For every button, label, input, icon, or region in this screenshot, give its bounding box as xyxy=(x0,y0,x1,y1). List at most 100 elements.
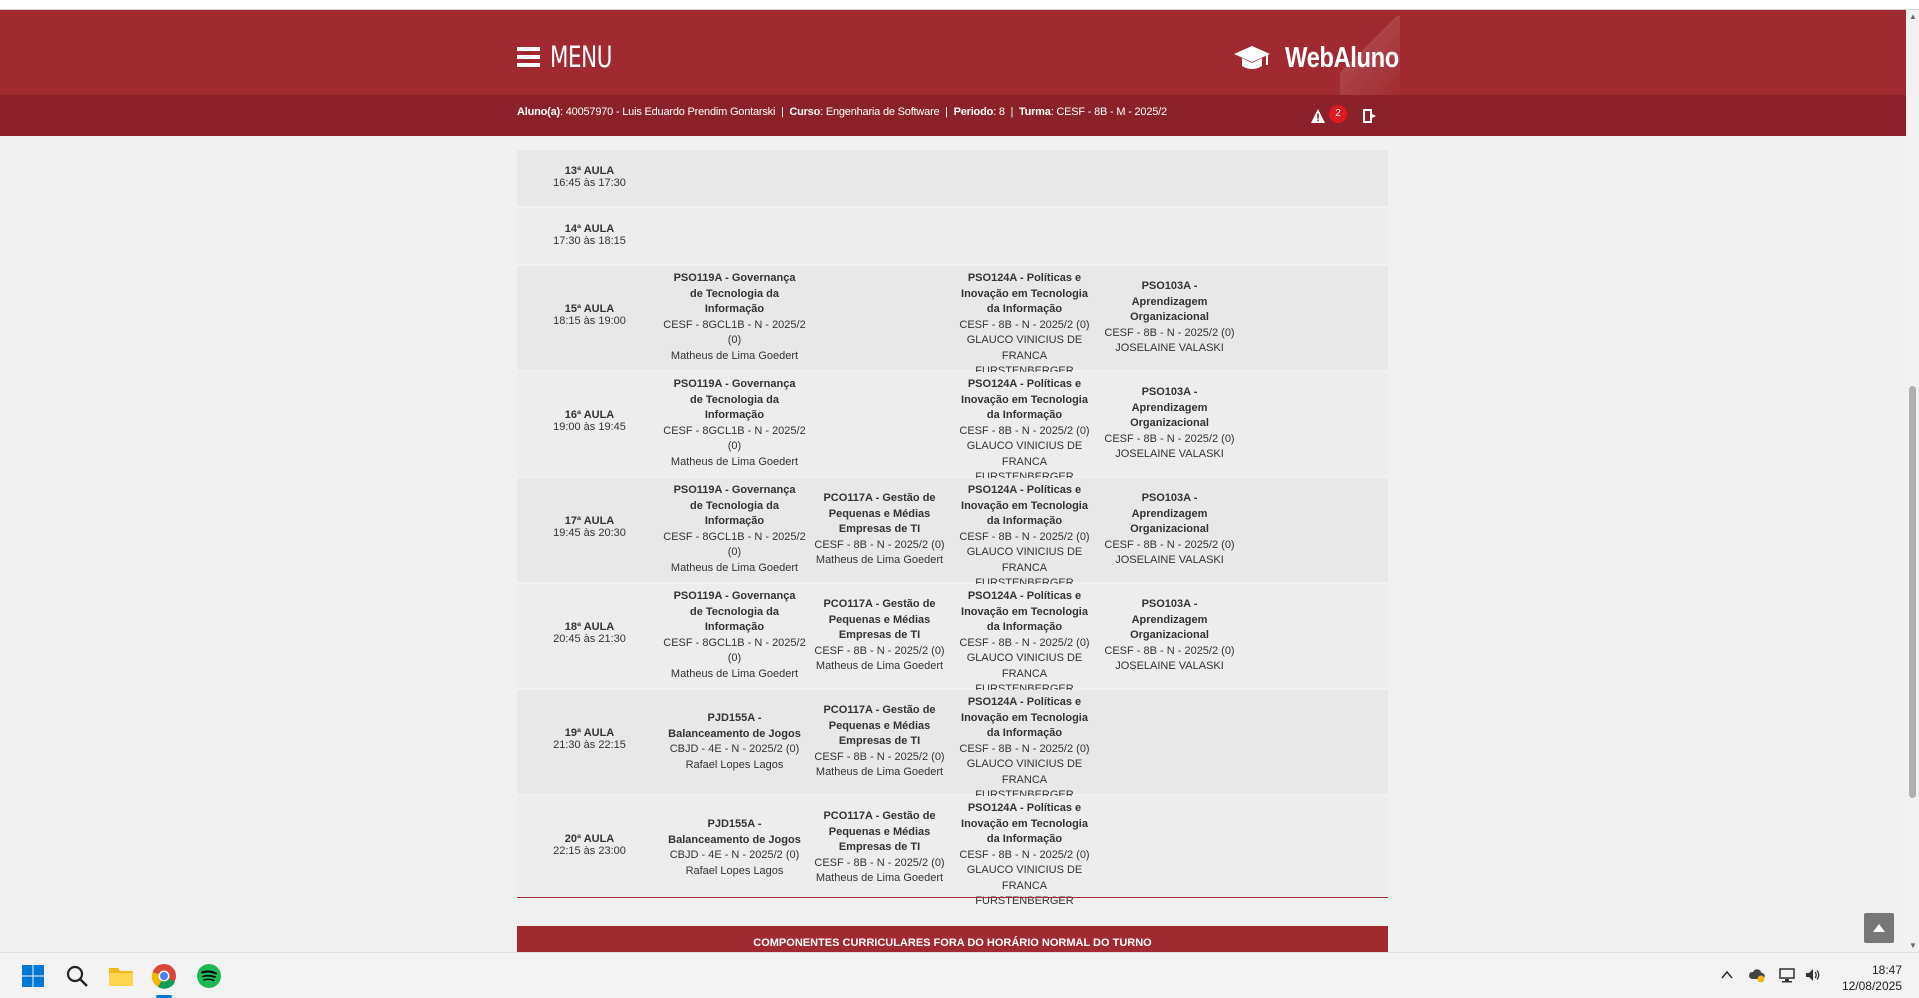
course-teacher: Matheus de Lima Goedert xyxy=(815,660,944,672)
course-cell[interactable]: PSO124A - Políticas e Inovação em Tecnol… xyxy=(952,377,1097,486)
chevron-up-icon[interactable] xyxy=(1718,966,1736,984)
scroll-up-arrow-icon[interactable]: ▲ xyxy=(1909,12,1917,21)
slot-number: 16ª AULA xyxy=(564,409,615,421)
course-class: CBJD - 4E - N - 2025/2 (0) xyxy=(669,849,800,861)
curso-label: Curso xyxy=(789,106,821,118)
course-title: Organizacional xyxy=(1130,417,1209,429)
course-cell[interactable]: PSO124A - Políticas e Inovação em Tecnol… xyxy=(952,801,1097,910)
volume-icon[interactable] xyxy=(1804,966,1822,984)
slot-label: 19ª AULA 21:30 às 22:15 xyxy=(517,727,662,751)
course-title: da Informação xyxy=(986,303,1063,315)
course-teacher: GLAUCO VINICIUS DE xyxy=(966,758,1083,770)
course-title: de Tecnologia da xyxy=(689,287,780,300)
course-title: Pequenas e Médias xyxy=(828,507,931,520)
course-teacher: Matheus de Lima Goedert xyxy=(670,455,799,468)
curso-value: : Engenharia de Software xyxy=(820,106,940,118)
course-title: PSO103A - xyxy=(1141,386,1198,398)
course-cell[interactable]: PSO103A - Aprendizagem Organizacional CE… xyxy=(1097,491,1242,569)
network-icon[interactable] xyxy=(1778,966,1796,984)
course-class: CESF - 8GCL1B - N - 2025/2 xyxy=(663,530,806,543)
course-title: PCO117A - Gestão de xyxy=(823,492,936,504)
logout-icon[interactable] xyxy=(1363,109,1377,123)
slot-label: 13ª AULA 16:45 às 17:30 xyxy=(517,165,662,189)
scroll-down-arrow-icon[interactable]: ▼ xyxy=(1909,941,1917,950)
turma-value: : CESF - 8B - M - 2025/2 xyxy=(1050,106,1167,118)
aluno-label: Aluno(a) xyxy=(517,106,561,118)
course-class: CESF - 8B - N - 2025/2 (0) xyxy=(1104,432,1235,445)
course-class: CESF - 8B - N - 2025/2 (0) xyxy=(1104,326,1235,339)
cloud-sync-icon[interactable] xyxy=(1748,966,1766,984)
course-title: PSO124A - Políticas e xyxy=(967,484,1082,496)
course-cell[interactable]: PCO117A - Gestão de Pequenas e Médias Em… xyxy=(807,491,952,569)
spotify-icon[interactable] xyxy=(196,963,222,989)
course-title: Empresas de TI xyxy=(838,629,921,641)
course-cell[interactable]: PCO117A - Gestão de Pequenas e Médias Em… xyxy=(807,703,952,781)
course-class: CESF - 8B - N - 2025/2 (0) xyxy=(959,424,1090,437)
course-title: Aprendizagem xyxy=(1131,613,1208,626)
course-title: PSO103A - xyxy=(1141,492,1198,504)
menu-button[interactable]: MENU xyxy=(517,40,626,74)
scroll-to-top-button[interactable] xyxy=(1864,913,1894,943)
windows-start-icon[interactable] xyxy=(20,963,46,989)
course-class: CESF - 8B - N - 2025/2 (0) xyxy=(814,644,945,657)
page-scrollbar[interactable]: ▲ ▼ xyxy=(1906,10,1919,952)
course-title: Organizacional xyxy=(1130,311,1209,323)
course-teacher: GLAUCO VINICIUS DE xyxy=(966,652,1083,664)
course-cell[interactable]: PCO117A - Gestão de Pequenas e Médias Em… xyxy=(807,809,952,887)
course-class: (0) xyxy=(727,546,742,558)
system-clock[interactable]: 18:47 12/08/2025 xyxy=(1832,962,1902,994)
slot-number: 13ª AULA xyxy=(564,165,615,177)
course-cell[interactable]: PSO124A - Políticas e Inovação em Tecnol… xyxy=(952,271,1097,380)
course-cell[interactable]: PJD155A - Balanceamento de Jogos CBJD - … xyxy=(662,711,807,773)
slot-time: 22:15 às 23:00 xyxy=(553,845,626,857)
course-title: Inovação em Tecnologia xyxy=(961,711,1088,724)
course-title: Aprendizagem xyxy=(1131,507,1208,520)
course-teacher: Matheus de Lima Goedert xyxy=(670,561,799,574)
warning-icon[interactable] xyxy=(1310,108,1326,124)
brand-logo[interactable]: WebAluno xyxy=(1233,42,1424,75)
course-teacher: GLAUCO VINICIUS DE xyxy=(966,546,1083,558)
scrollbar-thumb[interactable] xyxy=(1909,386,1916,798)
slot-number: 14ª AULA xyxy=(564,223,615,235)
aluno-value: : 40057970 - Luis Eduardo Prendim Gontar… xyxy=(560,106,776,118)
course-cell[interactable]: PCO117A - Gestão de Pequenas e Médias Em… xyxy=(807,597,952,675)
slot-time: 17:30 às 18:15 xyxy=(553,235,626,247)
course-teacher: GLAUCO VINICIUS DE xyxy=(966,440,1083,452)
course-cell[interactable]: PSO124A - Políticas e Inovação em Tecnol… xyxy=(952,483,1097,592)
course-teacher: Matheus de Lima Goedert xyxy=(670,349,799,362)
course-cell[interactable]: PSO119A - Governança de Tecnologia da In… xyxy=(662,589,807,682)
slot-label: 17ª AULA 19:45 às 20:30 xyxy=(517,515,662,539)
course-title: PSO103A - xyxy=(1141,598,1198,610)
table-row: 15ª AULA 18:15 às 19:00 PSO119A - Govern… xyxy=(517,266,1388,377)
course-cell[interactable]: PSO103A - Aprendizagem Organizacional CE… xyxy=(1097,597,1242,675)
search-icon[interactable] xyxy=(64,963,90,989)
course-title: PSO124A - Políticas e xyxy=(967,378,1082,390)
course-cell[interactable]: PSO103A - Aprendizagem Organizacional CE… xyxy=(1097,385,1242,463)
chrome-icon[interactable] xyxy=(151,963,177,989)
slot-number: 18ª AULA xyxy=(564,621,615,633)
course-title: PCO117A - Gestão de xyxy=(823,810,936,822)
course-cell[interactable]: PSO103A - Aprendizagem Organizacional CE… xyxy=(1097,279,1242,357)
course-title: PSO124A - Políticas e xyxy=(967,696,1082,708)
course-cell[interactable]: PSO119A - Governança de Tecnologia da In… xyxy=(662,377,807,470)
course-title: PSO119A - Governança xyxy=(673,484,796,496)
course-cell[interactable]: PSO119A - Governança de Tecnologia da In… xyxy=(662,271,807,364)
course-title: Inovação em Tecnologia xyxy=(961,287,1088,300)
course-teacher: GLAUCO VINICIUS DE xyxy=(966,864,1083,876)
table-row: 20ª AULA 22:15 às 23:00 PJD155A - Balanc… xyxy=(517,796,1388,907)
course-title: de Tecnologia da xyxy=(689,605,780,618)
course-title: Pequenas e Médias xyxy=(828,613,931,626)
course-cell[interactable]: PSO124A - Políticas e Inovação em Tecnol… xyxy=(952,589,1097,698)
course-class: CESF - 8B - N - 2025/2 (0) xyxy=(814,856,945,869)
slot-label: 20ª AULA 22:15 às 23:00 xyxy=(517,833,662,857)
course-cell[interactable]: PSO124A - Políticas e Inovação em Tecnol… xyxy=(952,695,1097,804)
course-cell[interactable]: PSO119A - Governança de Tecnologia da In… xyxy=(662,483,807,576)
slot-time: 19:00 às 19:45 xyxy=(553,421,626,433)
course-teacher: JOSELAINE VALASKI xyxy=(1115,342,1224,354)
file-explorer-icon[interactable] xyxy=(108,963,134,989)
slot-time: 19:45 às 20:30 xyxy=(553,527,626,539)
course-class: CESF - 8B - N - 2025/2 (0) xyxy=(959,848,1090,861)
slot-time: 18:15 às 19:00 xyxy=(553,315,626,327)
course-cell[interactable]: PJD155A - Balanceamento de Jogos CBJD - … xyxy=(662,817,807,879)
course-title: Empresas de TI xyxy=(838,735,921,747)
